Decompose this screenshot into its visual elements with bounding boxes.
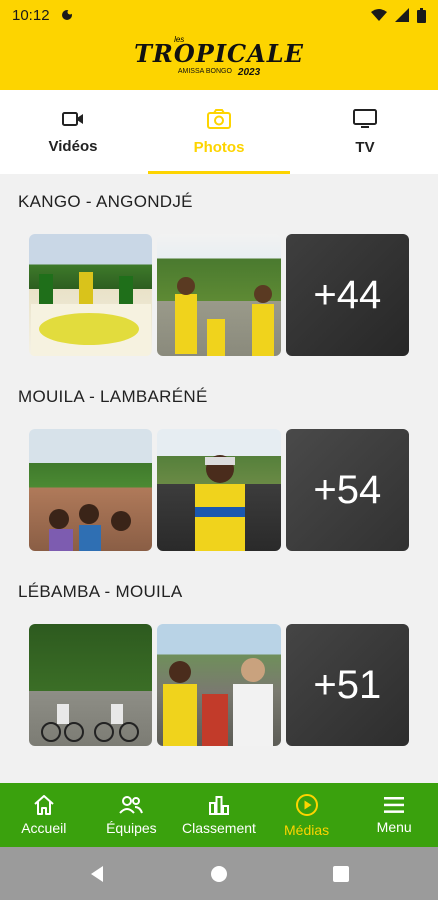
photo-row: +51 — [29, 624, 409, 746]
tab-label: Photos — [193, 138, 245, 156]
tab-photos[interactable]: Photos — [146, 90, 292, 174]
photo-thumbnail[interactable] — [29, 624, 153, 746]
app-header: les TROPICALE AMISSA BONGO 2023 — [0, 30, 438, 90]
album-title: KANGO - ANGONDJÉ — [18, 192, 193, 211]
nav-menu[interactable]: Menu — [350, 783, 438, 847]
home-circle-icon[interactable] — [210, 865, 228, 883]
more-photos-count: +44 — [313, 272, 382, 317]
cyclists-image — [175, 277, 275, 356]
hamburger-menu-icon — [384, 796, 405, 813]
album-title: LÉBAMBA - MOUILA — [18, 582, 183, 601]
more-photos-overlay[interactable]: +54 — [285, 429, 409, 551]
tv-icon — [353, 108, 377, 128]
rider-image — [195, 455, 246, 551]
nav-label: Médias — [284, 821, 330, 838]
photo-thumbnail[interactable] — [157, 234, 281, 356]
nav-label: Classement — [182, 819, 256, 836]
tab-tv[interactable]: TV — [292, 90, 438, 174]
status-bar: 10:12 — [0, 0, 438, 30]
status-time: 10:12 — [12, 6, 50, 24]
album-title: MOUILA - LAMBARÉNÉ — [18, 387, 208, 406]
peloton-image — [41, 704, 139, 742]
photo-thumbnail[interactable] — [157, 429, 281, 551]
photo-thumbnail[interactable] — [29, 429, 153, 551]
nav-accueil[interactable]: Accueil — [0, 783, 88, 847]
recents-icon[interactable] — [333, 865, 349, 882]
media-tabs: Vidéos Photos TV — [0, 90, 438, 174]
bottom-navigation: Accueil Équipes Classement Médias Menu — [0, 783, 438, 847]
logo-les: les — [174, 35, 185, 44]
back-icon[interactable] — [89, 865, 105, 883]
nav-label: Menu — [376, 818, 412, 835]
logo-wordmark: TROPICALE — [134, 39, 304, 68]
tab-label: Vidéos — [48, 137, 98, 155]
logo-subtitle: AMISSA BONGO — [177, 68, 232, 75]
nav-medias[interactable]: Médias — [263, 783, 351, 847]
more-photos-count: +54 — [313, 467, 382, 512]
riders-group-image — [163, 658, 274, 746]
logo-year: 2023 — [237, 67, 261, 78]
wifi-icon — [371, 9, 387, 21]
tropicale-banner-image — [31, 272, 151, 356]
people-icon — [119, 795, 144, 814]
bar-chart-icon — [208, 795, 229, 815]
more-photos-count: +51 — [313, 662, 382, 707]
nav-label: Accueil — [21, 819, 67, 836]
nav-label: Équipes — [106, 819, 157, 836]
nav-classement[interactable]: Classement — [175, 783, 263, 847]
battery-icon — [417, 7, 426, 23]
notification-icon — [61, 9, 73, 20]
camera-icon — [207, 108, 231, 129]
app-logo: les TROPICALE AMISSA BONGO 2023 — [134, 36, 304, 78]
photo-thumbnail[interactable] — [157, 624, 281, 746]
signal-icon — [395, 8, 409, 22]
system-nav-bar — [0, 847, 438, 900]
photo-row: +44 — [29, 234, 409, 356]
crowd-image — [49, 504, 131, 551]
home-icon — [34, 794, 54, 815]
more-photos-overlay[interactable]: +51 — [285, 624, 409, 746]
photo-row: +54 — [29, 429, 409, 551]
play-circle-icon — [295, 793, 318, 816]
more-photos-overlay[interactable]: +44 — [285, 234, 409, 356]
nav-equipes[interactable]: Équipes — [88, 783, 176, 847]
video-camera-icon — [62, 111, 83, 126]
photo-thumbnail[interactable] — [29, 234, 153, 356]
tab-label: TV — [355, 138, 375, 156]
tab-videos[interactable]: Vidéos — [0, 90, 146, 174]
